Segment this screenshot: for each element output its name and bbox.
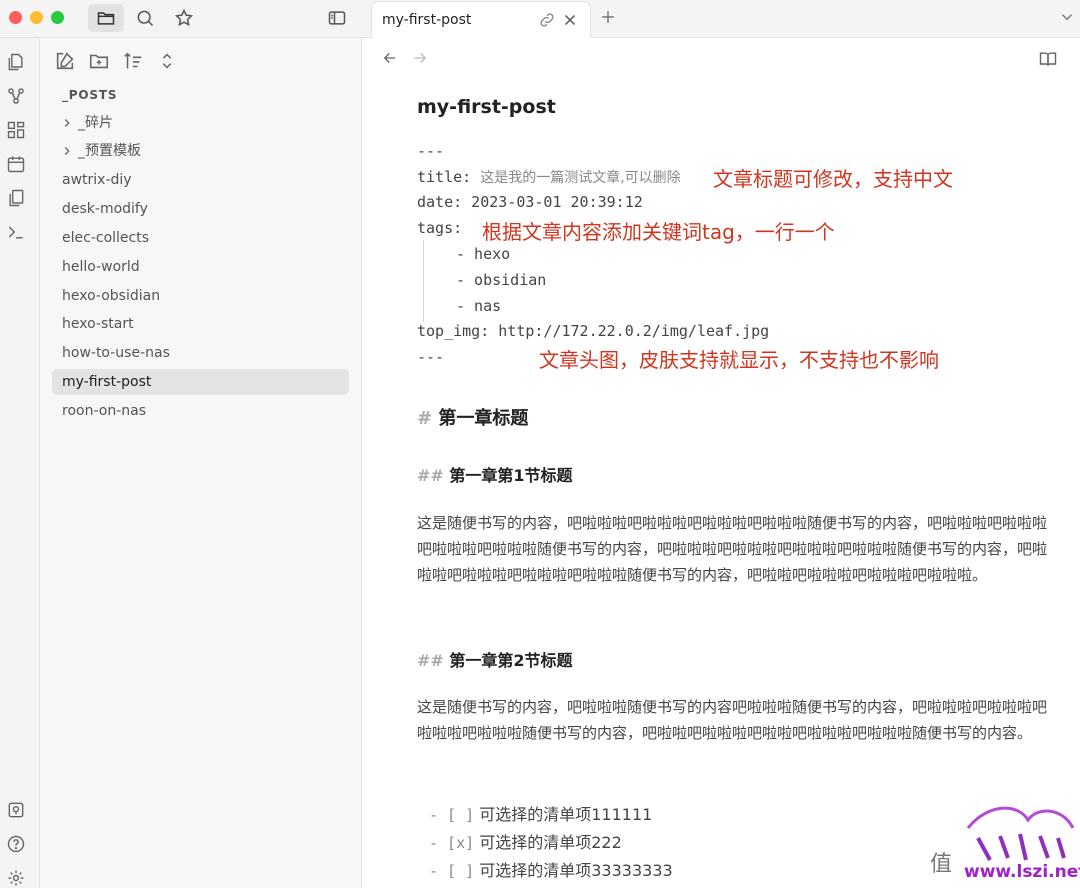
sort-icon[interactable] xyxy=(122,50,144,72)
tab-my-first-post[interactable]: my-first-post xyxy=(371,1,591,38)
paragraph: 这是随便书写的内容，吧啦啦啦吧啦啦啦吧啦啦啦吧啦啦啦随便书写的内容，吧啦啦啦吧啦… xyxy=(417,514,1048,584)
left-ribbon xyxy=(0,38,40,888)
folder-item[interactable]: _碎片 xyxy=(52,110,349,136)
vault-icon[interactable] xyxy=(6,800,26,820)
folder-label: _预置模板 xyxy=(78,143,141,159)
paragraph: 这是随便书写的内容，吧啦啦啦随便书写的内容吧啦啦啦随便书写的内容，吧啦啦啦吧啦啦… xyxy=(417,698,1048,742)
graph-view-icon[interactable] xyxy=(6,86,26,106)
heading-2-text: 第一章第1节标题 xyxy=(449,466,573,485)
forward-arrow-icon[interactable] xyxy=(411,49,429,67)
chevron-right-icon xyxy=(64,119,70,127)
terminal-icon[interactable] xyxy=(6,222,26,242)
sidebar-header xyxy=(0,0,362,38)
file-explorer: _POSTS _碎片 _预置模板 awtrix-diy desk-modify … xyxy=(40,38,362,888)
link-icon[interactable] xyxy=(538,11,556,29)
file-item[interactable]: hexo-start xyxy=(52,311,349,337)
new-folder-icon[interactable] xyxy=(88,50,110,72)
heading-1-mark: # xyxy=(417,408,433,429)
task-checkbox[interactable]: - [ ] xyxy=(429,862,474,880)
search-icon xyxy=(137,10,154,27)
file-item[interactable]: hello-world xyxy=(52,254,349,280)
heading-2-mark: ## xyxy=(417,466,444,485)
folder-icon xyxy=(97,12,115,25)
explorer-toolbar xyxy=(40,50,361,74)
frontmatter-open: --- xyxy=(417,142,445,160)
canvas-icon[interactable] xyxy=(6,120,26,140)
close-window-button[interactable] xyxy=(9,11,22,24)
annotation-top-img: 文章头图，皮肤支持就显示，不支持也不影响 xyxy=(539,348,939,372)
task-checkbox[interactable]: - [x] xyxy=(429,834,474,852)
reading-view-icon[interactable] xyxy=(1038,49,1058,69)
heading-1-text: 第一章标题 xyxy=(438,408,529,429)
file-explorer-button[interactable] xyxy=(88,4,124,32)
chevron-right-icon xyxy=(64,147,70,155)
back-arrow-icon[interactable] xyxy=(381,49,399,67)
heading-2: ## 第一章第1节标题 xyxy=(417,462,573,486)
task-item[interactable]: - [ ] 可选择的清单项33333333 xyxy=(429,857,673,881)
frontmatter-title-value: 这是我的一篇测试文章,可以删除 xyxy=(480,170,681,186)
tab-list-chevron-icon[interactable] xyxy=(1058,8,1076,26)
new-tab-icon[interactable] xyxy=(598,7,618,27)
note-title[interactable]: my-first-post xyxy=(417,96,556,118)
annotation-title: 文章标题可修改，支持中文 xyxy=(713,167,953,191)
tag-item: - nas xyxy=(456,297,502,315)
close-tab-icon[interactable] xyxy=(561,11,579,29)
settings-icon[interactable] xyxy=(6,868,26,888)
task-text: 可选择的清单项33333333 xyxy=(479,861,673,880)
daily-note-icon[interactable] xyxy=(6,154,26,174)
help-icon[interactable] xyxy=(6,834,26,854)
frontmatter-date-line: date: 2023-03-01 20:39:12 xyxy=(417,193,643,211)
watermark-url: www.lszi.net xyxy=(964,862,1080,882)
new-note-icon[interactable] xyxy=(54,50,76,72)
file-item[interactable]: roon-on-nas xyxy=(52,398,349,424)
file-item[interactable]: awtrix-diy xyxy=(52,167,349,193)
editor-pane: my-first-post --- title: 这是我的一篇测试文章,可以删除… xyxy=(362,38,1080,888)
frontmatter-title-key: title: xyxy=(417,168,472,186)
frontmatter-title-line: title: 这是我的一篇测试文章,可以删除 xyxy=(417,167,681,187)
tags-list: - hexo - obsidian - nas xyxy=(423,240,623,322)
sidebar-toggle-icon xyxy=(328,11,346,25)
toggle-sidebar-button[interactable] xyxy=(319,4,355,32)
task-item[interactable]: - [x] 可选择的清单项222 xyxy=(429,829,622,853)
file-item[interactable]: how-to-use-nas xyxy=(52,340,349,366)
minimize-window-button[interactable] xyxy=(30,11,43,24)
search-button[interactable] xyxy=(127,4,163,32)
watermark: 值 www.lszi.net xyxy=(930,798,1080,888)
task-text: 可选择的清单项222 xyxy=(479,833,622,852)
file-item-selected[interactable]: my-first-post xyxy=(52,369,349,395)
bookmarks-button[interactable] xyxy=(166,4,202,32)
frontmatter-close: --- xyxy=(417,348,445,366)
frontmatter-top-img-line: top_img: http://172.22.0.2/img/leaf.jpg xyxy=(417,322,770,340)
folder-label: _碎片 xyxy=(78,115,113,131)
heading-1: # 第一章标题 xyxy=(417,404,528,430)
task-item[interactable]: - [ ] 可选择的清单项111111 xyxy=(429,801,652,825)
tab-title: my-first-post xyxy=(382,12,472,28)
frontmatter-tags-key: tags: xyxy=(417,219,463,237)
folder-item[interactable]: _预置模板 xyxy=(52,138,349,164)
file-item[interactable]: hexo-obsidian xyxy=(52,283,349,309)
tag-item: - hexo xyxy=(456,245,511,263)
heading-2: ## 第一章第2节标题 xyxy=(417,647,573,671)
heading-2-mark: ## xyxy=(417,651,444,670)
explorer-root-label: _POSTS xyxy=(62,88,118,102)
file-item[interactable]: elec-collects xyxy=(52,225,349,251)
file-item[interactable]: desk-modify xyxy=(52,196,349,222)
star-icon xyxy=(175,8,193,26)
templates-icon[interactable] xyxy=(6,188,26,208)
tab-bar: my-first-post xyxy=(362,0,1080,38)
tag-item: - obsidian xyxy=(456,271,547,289)
collapse-icon[interactable] xyxy=(156,50,178,72)
task-text: 可选择的清单项111111 xyxy=(479,805,653,824)
task-checkbox[interactable]: - [ ] xyxy=(429,806,474,824)
open-switcher-icon[interactable] xyxy=(6,52,26,72)
heading-2-text: 第一章第2节标题 xyxy=(449,651,573,670)
maximize-window-button[interactable] xyxy=(51,11,64,24)
